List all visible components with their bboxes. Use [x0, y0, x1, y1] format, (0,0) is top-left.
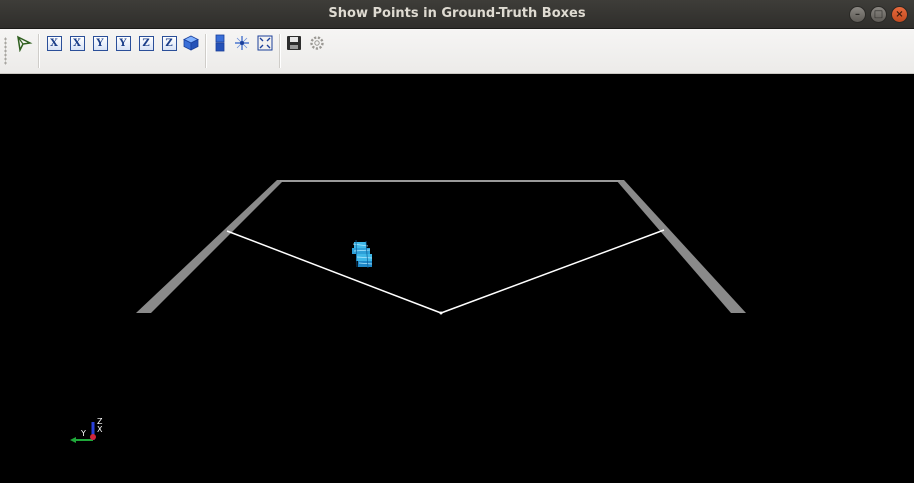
- window-controls: – □ ×: [849, 6, 908, 23]
- isometric-view-button[interactable]: [182, 34, 200, 52]
- ground-right-edge: [616, 180, 746, 313]
- view-z-front-icon: Z: [138, 35, 154, 51]
- save-icon: [285, 34, 303, 52]
- view-x-back-button[interactable]: X: [68, 34, 86, 52]
- ground-plane-outline: [136, 180, 746, 313]
- point-cloud-cluster: [352, 239, 373, 269]
- toolbar-separator: [279, 34, 281, 68]
- view-y-back-icon: Y: [115, 35, 131, 51]
- fit-screen-button[interactable]: [256, 34, 274, 52]
- axes-gizmo: Y Z X: [70, 417, 103, 443]
- axis-label-y: Y: [80, 429, 86, 438]
- minimize-button[interactable]: –: [849, 6, 866, 23]
- select-tool-button[interactable]: [15, 34, 33, 52]
- view-y-back-button[interactable]: Y: [114, 34, 132, 52]
- view-x-front-button[interactable]: X: [45, 34, 63, 52]
- toolbar-grip[interactable]: [4, 37, 7, 65]
- view-y-front-button[interactable]: Y: [91, 34, 109, 52]
- isometric-cube-icon: [182, 34, 200, 52]
- 3d-viewport[interactable]: Y Z X: [0, 74, 914, 483]
- box-vertex: [439, 311, 443, 315]
- perspective-toggle-icon: [211, 34, 229, 52]
- perspective-toggle-button[interactable]: [211, 34, 229, 52]
- axis-label-x: X: [97, 425, 103, 434]
- center-view-button[interactable]: [233, 34, 251, 52]
- app-window: Show Points in Ground-Truth Boxes – □ × …: [0, 0, 914, 483]
- view-x-front-icon: X: [46, 35, 62, 51]
- settings-button[interactable]: [308, 34, 326, 52]
- view-y-front-icon: Y: [92, 35, 108, 51]
- maximize-button[interactable]: □: [870, 6, 887, 23]
- toolbar-separator: [205, 34, 207, 68]
- close-button[interactable]: ×: [891, 6, 908, 23]
- view-z-back-button[interactable]: Z: [160, 34, 178, 52]
- center-view-icon: [233, 34, 251, 52]
- window-title: Show Points in Ground-Truth Boxes: [328, 6, 586, 21]
- fit-screen-icon: [256, 34, 274, 52]
- toolbar: X X Y Y Z Z: [0, 29, 914, 74]
- ground-left-edge: [136, 180, 284, 313]
- view-z-back-icon: Z: [161, 35, 177, 51]
- save-button[interactable]: [285, 34, 303, 52]
- select-tool-icon: [15, 34, 33, 52]
- settings-gear-icon: [308, 34, 326, 52]
- ground-truth-box-lines: [226, 229, 665, 315]
- view-z-front-button[interactable]: Z: [137, 34, 155, 52]
- view-x-back-icon: X: [69, 35, 85, 51]
- title-bar[interactable]: Show Points in Ground-Truth Boxes – □ ×: [0, 0, 914, 29]
- toolbar-separator: [38, 34, 40, 68]
